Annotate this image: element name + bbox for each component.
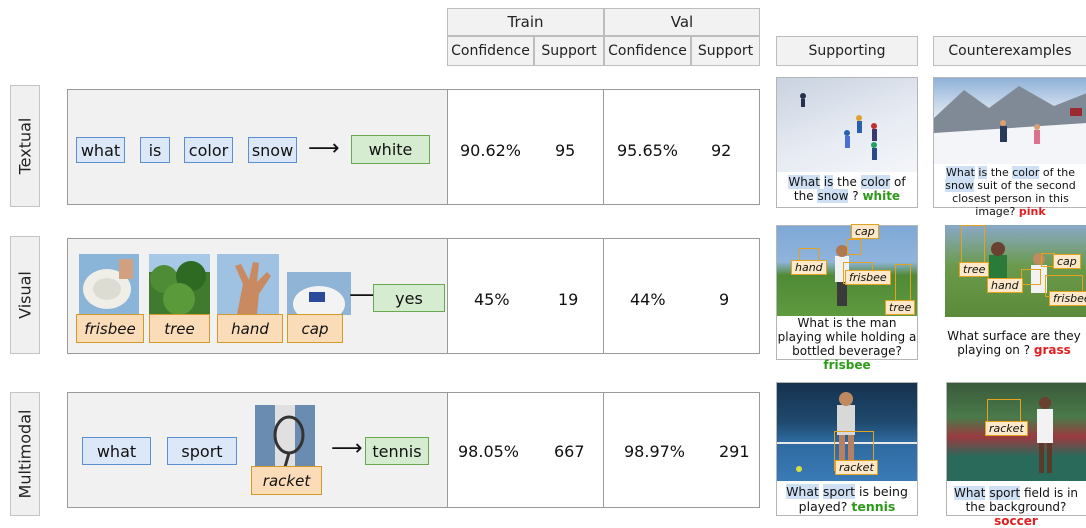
- highlighted-token: What: [946, 166, 975, 179]
- header-val-confidence: Confidence: [604, 36, 691, 66]
- bbox-label-frisbee: frisbee: [845, 270, 891, 285]
- multimodal-counter-example: racket What sport field is in the backgr…: [946, 382, 1086, 528]
- bbox-label-cap: cap: [851, 224, 879, 239]
- header-val: Val: [604, 8, 760, 36]
- token-color: color: [184, 137, 233, 163]
- highlighted-token: color: [1012, 166, 1040, 179]
- header-train: Train: [447, 8, 604, 36]
- train-support-value: 667: [554, 442, 585, 461]
- bbox-hand: [1021, 269, 1041, 285]
- bbox-label-tree: tree: [959, 262, 990, 277]
- val-support-value: 92: [711, 141, 732, 160]
- bbox-label-frisbee: frisbee: [1049, 291, 1086, 306]
- multimodal-val-stats: 98.97% 291: [603, 392, 760, 508]
- visual-train-stats: 45% 19: [447, 238, 604, 354]
- textual-pattern-panel: what is color snow ⟶ white: [67, 89, 448, 205]
- caption-text: ?: [848, 189, 863, 203]
- highlighted-token: sport: [989, 486, 1021, 500]
- header-supporting: Supporting: [776, 36, 918, 66]
- highlighted-token: What: [788, 175, 820, 189]
- highlighted-token: What: [953, 486, 986, 500]
- bbox-cap: [847, 239, 861, 255]
- racket-image: [255, 405, 315, 467]
- counter-caption: What is the color of the snow suit of th…: [945, 166, 1076, 218]
- ski-race-photo: [777, 78, 917, 172]
- train-support-value: 95: [555, 141, 576, 160]
- visual-pattern-panel: frisbee tree hand cap ⟶ yes: [67, 238, 448, 354]
- train-confidence-value: 98.05%: [458, 442, 520, 461]
- row-label-multimodal: Multimodal: [10, 392, 40, 516]
- token-what: what: [76, 137, 125, 163]
- header-val-support: Support: [691, 36, 760, 66]
- highlighted-token: is: [978, 166, 988, 179]
- textual-counter-example: What is the color of the snow suit of th…: [933, 77, 1086, 218]
- supporting-caption: What sport is being played? tennis: [786, 484, 908, 514]
- val-confidence-value: 95.65%: [617, 141, 679, 160]
- row-label-visual: Visual: [10, 236, 40, 354]
- train-support-value: 19: [558, 290, 579, 309]
- arrow-icon: ⟶: [308, 136, 340, 161]
- token-what: what: [82, 437, 151, 465]
- visual-supporting-example: cap hand frisbee tree What is the man pl…: [776, 224, 918, 372]
- supporting-caption: What is the man playing while holding a …: [777, 316, 917, 372]
- counter-caption: What sport field is in the background? s…: [953, 486, 1079, 528]
- bbox-label-cap: cap: [1053, 254, 1081, 269]
- textual-supporting-example: What is the color of the snow ? white: [776, 77, 918, 208]
- token-is: is: [140, 137, 170, 163]
- row-label-textual: Textual: [10, 85, 40, 207]
- answer-white: white: [351, 135, 430, 164]
- header-train-confidence: Confidence: [447, 36, 534, 66]
- object-cap: cap: [287, 314, 343, 343]
- highlighted-token: What: [786, 484, 819, 499]
- highlighted-token: is: [823, 175, 834, 189]
- caption-text: the: [833, 175, 861, 189]
- train-confidence-value: 90.62%: [460, 141, 522, 160]
- val-confidence-value: 98.97%: [624, 442, 686, 461]
- highlighted-token: snow: [945, 179, 974, 192]
- bbox-label-hand: hand: [987, 278, 1023, 293]
- token-sport: sport: [167, 437, 237, 465]
- visual-counter-example: tree cap hand frisbee What surface are t…: [945, 225, 1086, 360]
- visual-val-stats: 44% 9: [603, 238, 760, 354]
- cap-image: [287, 272, 351, 315]
- bbox-label-racket: racket: [835, 460, 878, 475]
- token-snow: snow: [248, 137, 297, 163]
- multimodal-supporting-example: racket What sport is being played? tenni…: [776, 382, 918, 516]
- textual-val-stats: 95.65% 92: [603, 89, 760, 205]
- supporting-caption: What is the color of the snow ? white: [788, 175, 906, 203]
- frisbee-image: [79, 254, 139, 315]
- highlighted-token: snow: [817, 189, 849, 203]
- object-frisbee: frisbee: [76, 314, 144, 343]
- object-tree: tree: [149, 314, 210, 343]
- answer-tennis: tennis: [365, 437, 429, 465]
- multimodal-train-stats: 98.05% 667: [447, 392, 604, 508]
- highlighted-token: color: [860, 175, 891, 189]
- val-confidence-value: 44%: [630, 290, 666, 309]
- train-confidence-value: 45%: [474, 290, 510, 309]
- object-racket: racket: [251, 466, 322, 495]
- val-support-value: 291: [719, 442, 750, 461]
- counter-caption: What surface are they playing on ? grass: [947, 329, 1081, 357]
- header-train-support: Support: [534, 36, 604, 66]
- bbox-label-tree: tree: [885, 300, 916, 315]
- multimodal-pattern-panel: what sport racket ⟶ tennis: [67, 392, 448, 508]
- textual-train-stats: 90.62% 95: [447, 89, 604, 205]
- caption-text: the: [987, 166, 1013, 179]
- highlighted-token: sport: [822, 484, 856, 499]
- val-support-value: 9: [719, 290, 730, 309]
- bbox-label-hand: hand: [791, 260, 827, 275]
- answer-yes: yes: [373, 284, 445, 312]
- caption-text: of the: [1039, 166, 1075, 179]
- arrow-icon: ⟶: [331, 436, 363, 461]
- hand-image: [217, 254, 279, 315]
- header-counterexamples: Counterexamples: [933, 36, 1086, 66]
- snow-mountain-photo: [934, 78, 1086, 164]
- object-hand: hand: [217, 314, 283, 343]
- bbox-label-racket: racket: [985, 421, 1028, 436]
- tree-image: [149, 254, 210, 315]
